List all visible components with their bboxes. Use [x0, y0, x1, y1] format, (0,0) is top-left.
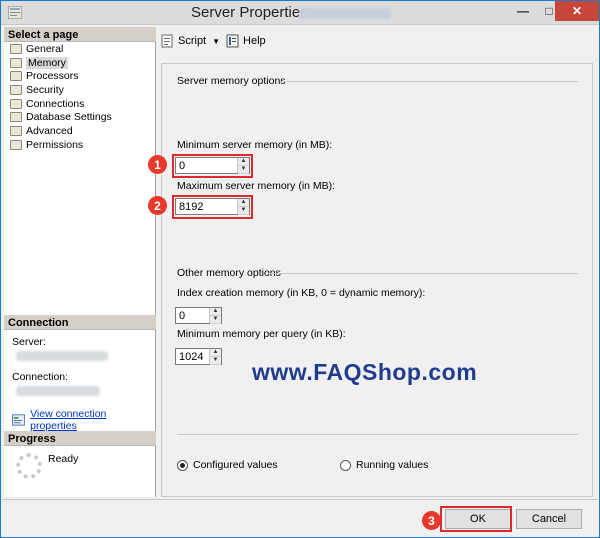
- step-badge-1: 1: [148, 155, 167, 174]
- sidebar-item-permissions[interactable]: Permissions: [4, 138, 156, 152]
- window-title: Server Properties -: [191, 4, 317, 21]
- connection-name-redacted: [16, 386, 100, 396]
- min-memory-per-query-input[interactable]: 1024 ▲ ▼: [175, 348, 222, 365]
- step-badge-2: 2: [148, 196, 167, 215]
- sidebar-item-database-settings[interactable]: Database Settings: [4, 110, 156, 124]
- sidebar-item-label: Permissions: [26, 138, 84, 151]
- page-icon: [10, 71, 22, 82]
- sidebar-item-label: Advanced: [26, 124, 73, 137]
- spin-up-icon[interactable]: ▲: [210, 349, 221, 357]
- connection-section: Connection Server: Connection: View conn…: [4, 315, 156, 438]
- script-label: Script: [178, 35, 207, 47]
- step-badge-3: 3: [422, 511, 441, 530]
- view-connection-properties-label: View connection properties: [30, 408, 107, 432]
- options-divider: [177, 434, 578, 435]
- page-icon: [10, 57, 22, 68]
- max-server-memory-label: Maximum server memory (in MB):: [177, 180, 336, 192]
- right-panel: Script ▼ Help Server memory options Mini…: [148, 27, 598, 497]
- sidebar-item-label: General: [26, 42, 64, 55]
- sidebar-item-label: Database Settings: [26, 111, 112, 124]
- page-icon: [10, 139, 22, 150]
- highlight-box-step2: [172, 195, 253, 219]
- server-properties-window: Server Properties - — □ ✕ Select a page …: [0, 0, 600, 538]
- view-connection-properties-link[interactable]: View connection properties: [12, 408, 148, 432]
- left-panel: Select a page General Memory Processors …: [4, 27, 156, 497]
- connection-header: Connection: [4, 315, 156, 330]
- watermark-text: www.FAQShop.com: [252, 359, 478, 385]
- help-label: Help: [243, 35, 266, 47]
- configured-values-label: Configured values: [193, 459, 278, 471]
- properties-icon: [12, 414, 26, 426]
- app-icon: [8, 6, 22, 19]
- min-server-memory-label: Minimum server memory (in MB):: [177, 139, 333, 151]
- progress-section: Progress Ready: [4, 431, 156, 479]
- script-button[interactable]: Script: [161, 34, 206, 48]
- highlight-box-step3: [440, 506, 512, 532]
- sidebar-item-security[interactable]: Security: [4, 83, 156, 97]
- running-values-radio[interactable]: Running values: [340, 459, 428, 471]
- page-icon: [10, 84, 22, 95]
- help-button[interactable]: Help: [226, 34, 266, 48]
- connection-label: Connection:: [12, 371, 69, 383]
- server-memory-group-title: Server memory options: [177, 75, 286, 87]
- group-divider: [268, 273, 578, 274]
- group-divider: [280, 81, 578, 82]
- progress-spinner-icon: [16, 453, 42, 479]
- sidebar-item-memory[interactable]: Memory: [4, 56, 156, 70]
- radio-unselected-icon: [340, 459, 351, 471]
- sidebar-item-label: Connections: [26, 97, 85, 110]
- server-name-redacted: [299, 8, 391, 19]
- spin-down-icon[interactable]: ▼: [210, 316, 221, 324]
- index-creation-memory-value: 0: [179, 310, 186, 322]
- sidebar-item-label: Processors: [26, 70, 79, 83]
- spin-down-icon[interactable]: ▼: [210, 357, 221, 365]
- sidebar-item-advanced[interactable]: Advanced: [4, 124, 156, 138]
- configured-values-radio[interactable]: Configured values: [177, 459, 278, 471]
- radio-selected-icon: [177, 459, 188, 471]
- index-creation-memory-input[interactable]: 0 ▲ ▼: [175, 307, 222, 324]
- toolbar: Script ▼ Help: [157, 27, 598, 55]
- server-name-redacted: [16, 351, 108, 361]
- sidebar-item-label: Memory: [26, 56, 68, 69]
- sidebar-item-processors[interactable]: Processors: [4, 69, 156, 83]
- server-label: Server:: [12, 336, 46, 348]
- spin-up-icon[interactable]: ▲: [210, 308, 221, 316]
- page-icon: [10, 43, 22, 54]
- select-page-header: Select a page: [4, 27, 156, 42]
- close-button[interactable]: ✕: [555, 1, 599, 21]
- highlight-box-step1: [172, 154, 253, 178]
- progress-header: Progress: [4, 431, 156, 446]
- dialog-button-bar: 3 OK Cancel: [2, 499, 598, 537]
- select-page-section: Select a page General Memory Processors …: [4, 27, 156, 152]
- title-bar: Server Properties - — □ ✕: [1, 1, 599, 25]
- min-memory-per-query-label: Minimum memory per query (in KB):: [177, 328, 346, 340]
- page-icon: [10, 112, 22, 123]
- chevron-down-icon[interactable]: ▼: [212, 37, 220, 46]
- page-icon: [10, 125, 22, 136]
- sidebar-item-label: Security: [26, 83, 64, 96]
- memory-page-content: Server memory options Minimum server mem…: [148, 63, 593, 497]
- running-values-label: Running values: [356, 459, 429, 471]
- index-creation-memory-label: Index creation memory (in KB, 0 = dynami…: [177, 287, 426, 299]
- sidebar-item-general[interactable]: General: [4, 42, 156, 56]
- progress-status: Ready: [48, 453, 79, 465]
- sidebar-item-connections[interactable]: Connections: [4, 97, 156, 111]
- min-memory-per-query-value: 1024: [179, 351, 204, 363]
- help-icon: [226, 34, 239, 48]
- minimize-button[interactable]: —: [509, 1, 537, 21]
- page-icon: [10, 98, 22, 109]
- script-icon: [161, 34, 173, 48]
- other-memory-group-title: Other memory options: [177, 267, 281, 279]
- cancel-button[interactable]: Cancel: [516, 509, 582, 529]
